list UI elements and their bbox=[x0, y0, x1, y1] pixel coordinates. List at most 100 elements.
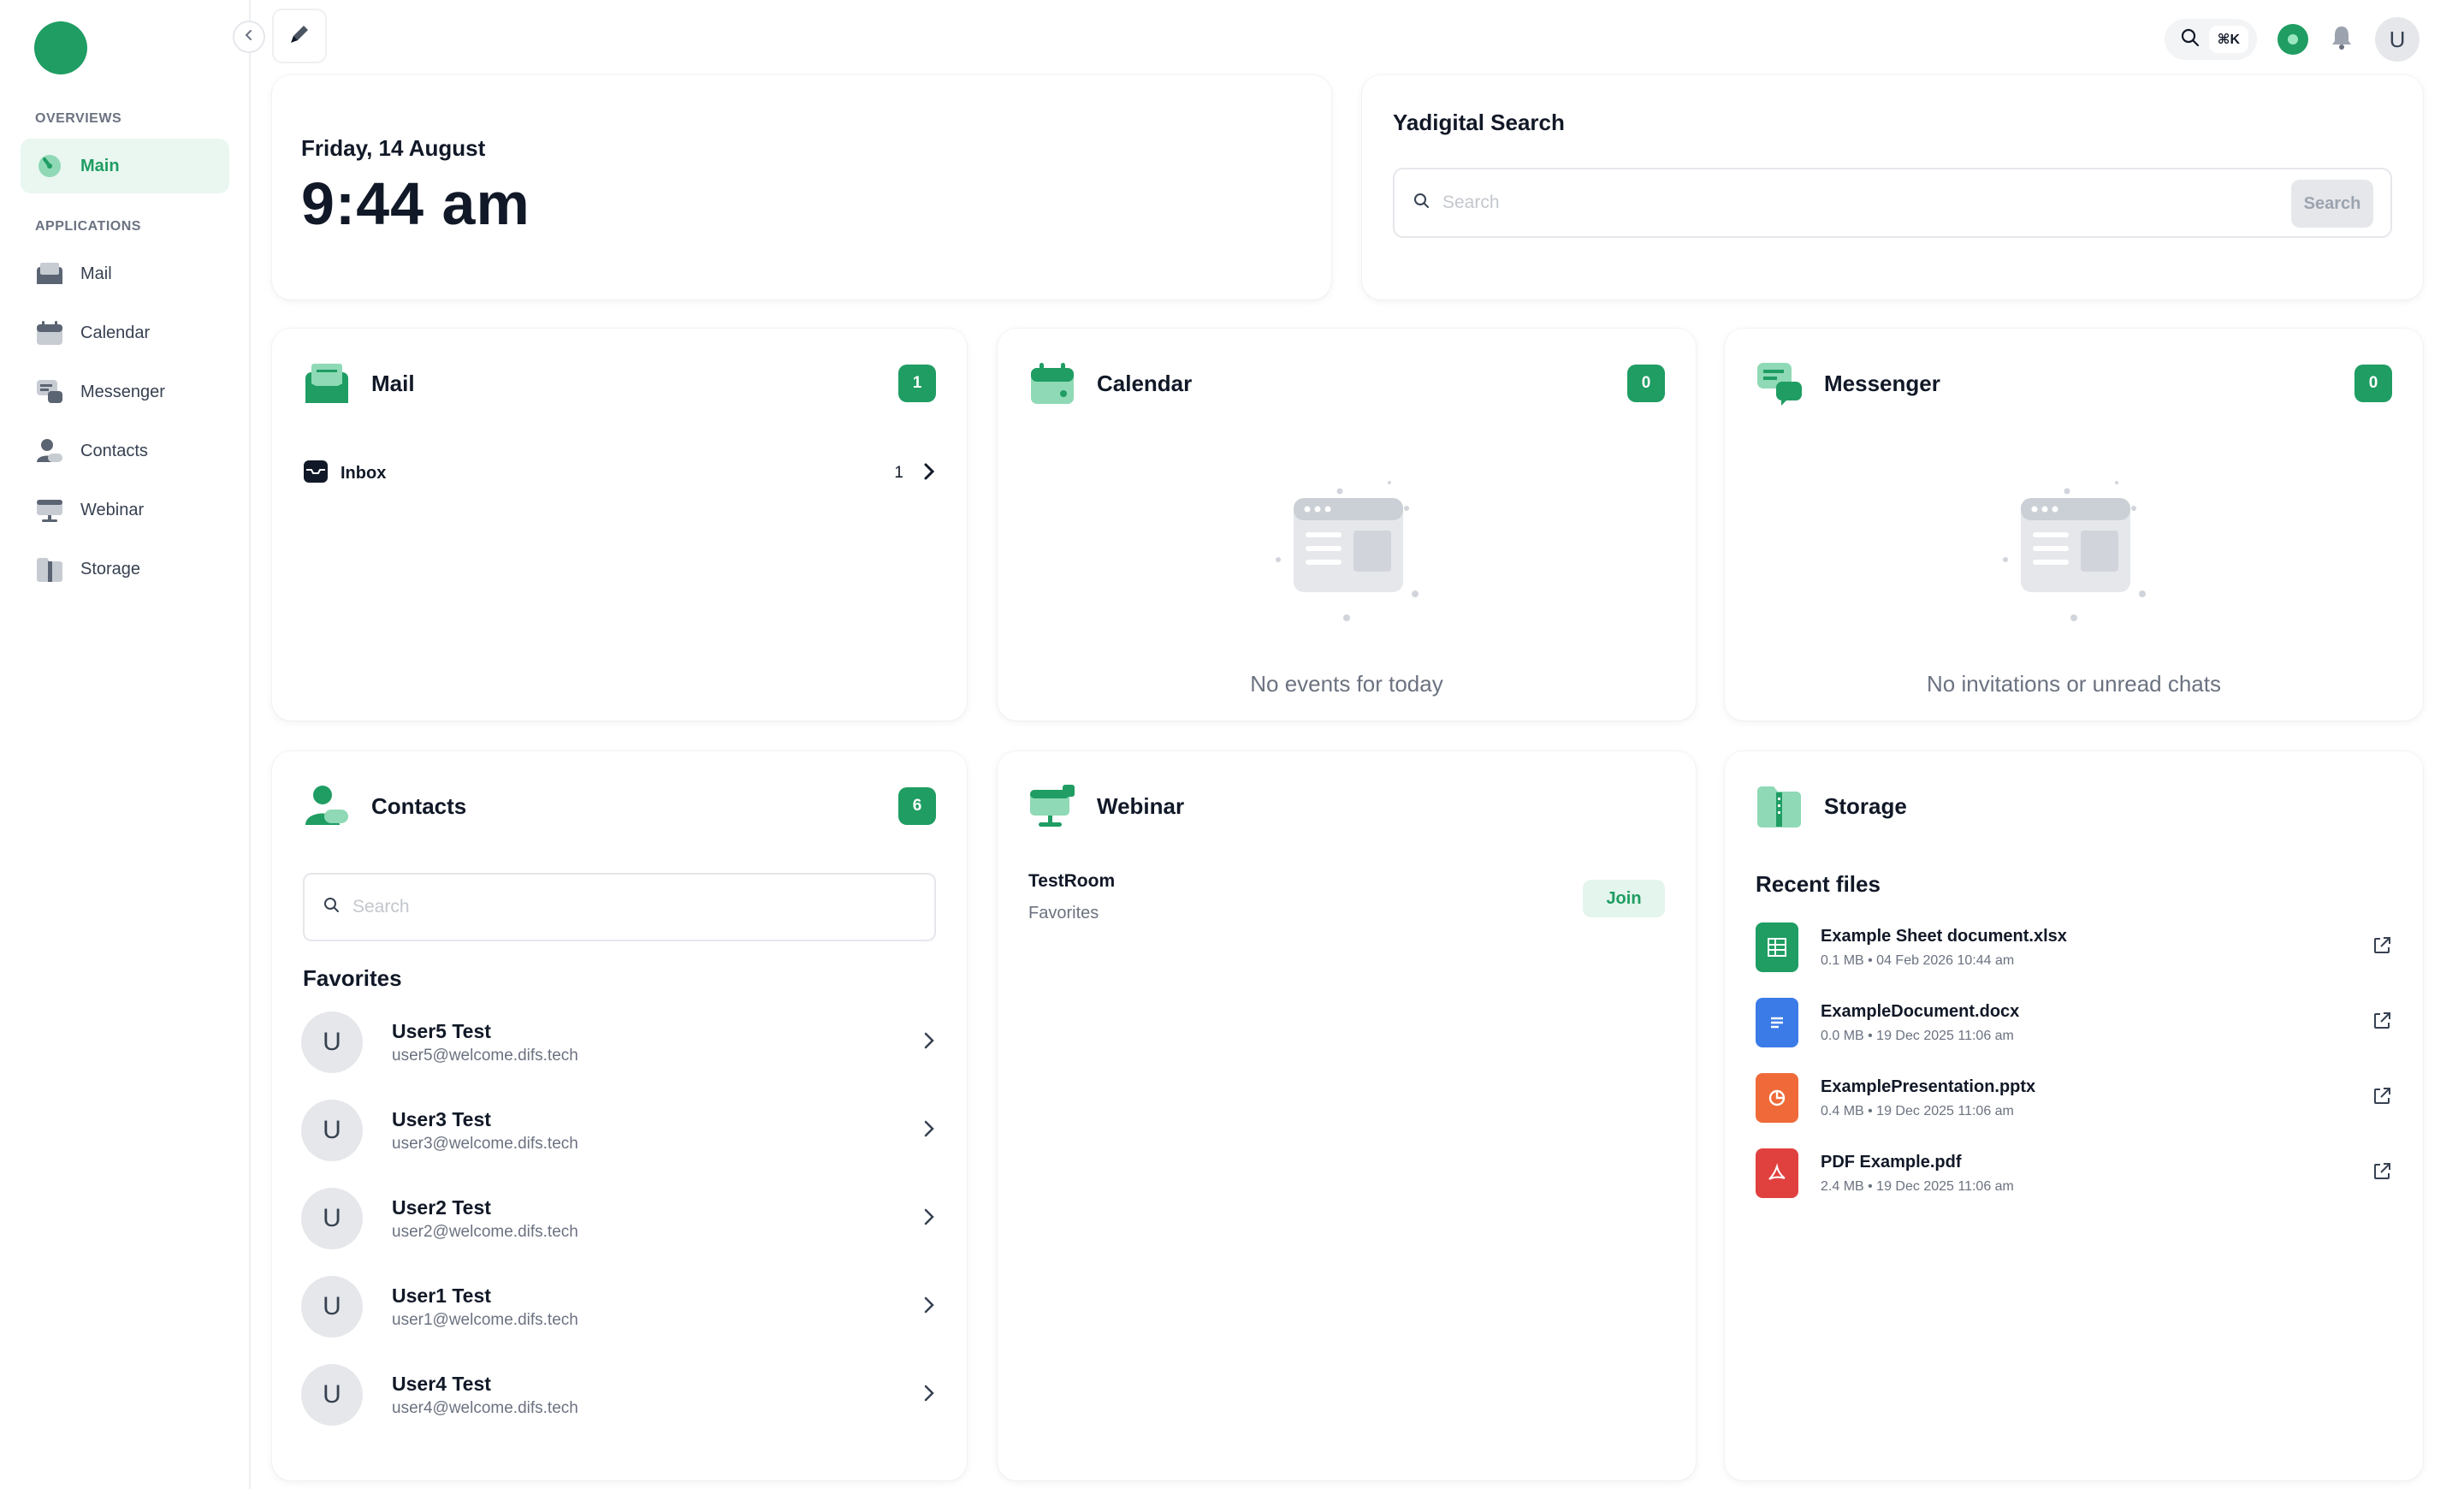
chevron-right-icon bbox=[922, 1119, 936, 1142]
app-logo[interactable] bbox=[34, 21, 87, 74]
avatar: U bbox=[301, 1188, 363, 1249]
status-indicator-icon[interactable] bbox=[2277, 24, 2308, 55]
join-button[interactable]: Join bbox=[1583, 880, 1665, 917]
contact-email: user1@welcome.difs.tech bbox=[392, 1310, 578, 1329]
collapse-sidebar-button[interactable] bbox=[233, 21, 265, 53]
file-meta: 0.4 MB • 19 Dec 2025 11:06 am bbox=[1821, 1103, 2014, 1118]
sidebar-item-label: Mail bbox=[80, 264, 112, 283]
sidebar-item-mail[interactable]: Mail bbox=[21, 246, 229, 301]
dashboard-gauge-icon bbox=[36, 152, 63, 180]
clock-card: Friday, 14 August 9:44 am bbox=[272, 75, 1331, 300]
yadigital-search-button[interactable]: Search bbox=[2291, 180, 2373, 228]
sidebar-item-label: Contacts bbox=[80, 441, 148, 460]
sidebar-item-calendar[interactable]: Calendar bbox=[21, 306, 229, 360]
sidebar-item-main[interactable]: Main bbox=[21, 139, 229, 193]
contact-row[interactable]: U User3 Test user3@welcome.difs.tech bbox=[301, 1096, 936, 1165]
search-icon bbox=[2180, 27, 2200, 52]
mail-icon bbox=[303, 359, 351, 407]
file-row[interactable]: PDF Example.pdf 2.4 MB • 19 Dec 2025 11:… bbox=[1756, 1143, 2392, 1203]
mail-widget: Mail 1 Inbox 1 bbox=[272, 329, 967, 721]
file-meta: 0.1 MB • 04 Feb 2026 10:44 am bbox=[1821, 952, 2015, 968]
mail-widget-title[interactable]: Mail bbox=[371, 371, 898, 397]
sidebar-item-label: Messenger bbox=[80, 382, 165, 401]
contact-row[interactable]: U User2 Test user2@welcome.difs.tech bbox=[301, 1184, 936, 1253]
sidebar-item-contacts[interactable]: Contacts bbox=[21, 424, 229, 478]
calendar-widget-title[interactable]: Calendar bbox=[1097, 371, 1627, 397]
section-label-applications: APPLICATIONS bbox=[35, 219, 141, 234]
inbox-row[interactable]: Inbox 1 bbox=[303, 454, 936, 493]
recent-files-heading: Recent files bbox=[1756, 871, 1881, 897]
chevron-right-icon bbox=[922, 1207, 936, 1231]
avatar: U bbox=[301, 1011, 363, 1073]
storage-widget-title[interactable]: Storage bbox=[1824, 793, 2392, 820]
file-name: ExampleDocument.docx bbox=[1821, 1001, 2020, 1021]
webinar-room-subtitle: Favorites bbox=[1028, 904, 1099, 922]
contact-row[interactable]: U User5 Test user5@welcome.difs.tech bbox=[301, 1008, 936, 1077]
inbox-tray-icon bbox=[303, 460, 329, 488]
file-name: ExamplePresentation.pptx bbox=[1821, 1077, 2036, 1096]
messenger-unread-badge: 0 bbox=[2354, 365, 2392, 402]
sidebar-item-label: Webinar bbox=[80, 500, 145, 519]
open-external-icon[interactable] bbox=[2372, 1161, 2392, 1186]
messenger-widget-title[interactable]: Messenger bbox=[1824, 371, 2354, 397]
contact-name: User2 Test bbox=[392, 1195, 491, 1219]
chevron-right-icon bbox=[922, 1031, 936, 1054]
sidebar-item-messenger[interactable]: Messenger bbox=[21, 365, 229, 419]
pdf-file-icon bbox=[1756, 1148, 1798, 1198]
contact-email: user2@welcome.difs.tech bbox=[392, 1222, 578, 1241]
user-avatar[interactable]: U bbox=[2375, 17, 2420, 62]
chevron-right-icon bbox=[922, 462, 936, 485]
contact-name: User5 Test bbox=[392, 1019, 491, 1042]
open-external-icon[interactable] bbox=[2372, 1011, 2392, 1035]
contact-row[interactable]: U User4 Test user4@welcome.difs.tech bbox=[301, 1361, 936, 1429]
sidebar-item-storage[interactable]: Storage bbox=[21, 542, 229, 596]
bell-icon[interactable] bbox=[2329, 24, 2354, 56]
chevron-right-icon bbox=[922, 1384, 936, 1407]
contacts-count-badge: 6 bbox=[898, 787, 936, 825]
calendar-icon bbox=[36, 319, 63, 347]
calendar-icon bbox=[1028, 359, 1076, 407]
webinar-widget: Webinar TestRoom Favorites Join bbox=[998, 751, 1696, 1480]
storage-widget: Storage Recent files Example Sheet docum… bbox=[1725, 751, 2423, 1480]
file-row[interactable]: ExampleDocument.docx 0.0 MB • 19 Dec 202… bbox=[1756, 993, 2392, 1053]
inbox-label: Inbox bbox=[341, 463, 387, 483]
document-file-icon bbox=[1756, 998, 1798, 1047]
file-meta: 2.4 MB • 19 Dec 2025 11:06 am bbox=[1821, 1178, 2014, 1194]
yadigital-search-input[interactable] bbox=[1442, 193, 2390, 213]
inbox-count: 1 bbox=[894, 464, 903, 482]
global-search-button[interactable]: ⌘K bbox=[2164, 19, 2257, 60]
chevron-right-icon bbox=[922, 1296, 936, 1319]
sidebar: OVERVIEWS Main APPLICATIONS Mail Calenda… bbox=[0, 0, 251, 1489]
open-external-icon[interactable] bbox=[2372, 1086, 2392, 1111]
favorites-heading: Favorites bbox=[303, 965, 402, 991]
contacts-icon bbox=[36, 437, 63, 465]
contact-name: User4 Test bbox=[392, 1372, 491, 1395]
sidebar-item-webinar[interactable]: Webinar bbox=[21, 483, 229, 537]
webinar-icon bbox=[36, 496, 63, 524]
contacts-widget-title[interactable]: Contacts bbox=[371, 793, 898, 820]
file-row[interactable]: ExamplePresentation.pptx 0.4 MB • 19 Dec… bbox=[1756, 1068, 2392, 1128]
file-row[interactable]: Example Sheet document.xlsx 0.1 MB • 04 … bbox=[1756, 917, 2392, 977]
contacts-icon bbox=[303, 782, 351, 830]
search-icon bbox=[1413, 193, 1430, 214]
pencil-icon bbox=[287, 22, 311, 50]
messenger-widget: Messenger 0 No invitations or unread cha… bbox=[1725, 329, 2423, 721]
contact-name: User3 Test bbox=[392, 1107, 491, 1130]
open-external-icon[interactable] bbox=[2372, 935, 2392, 960]
contact-row[interactable]: U User1 Test user1@welcome.difs.tech bbox=[301, 1272, 936, 1341]
contact-email: user4@welcome.difs.tech bbox=[392, 1398, 578, 1417]
webinar-widget-title[interactable]: Webinar bbox=[1097, 793, 1665, 820]
contact-email: user3@welcome.difs.tech bbox=[392, 1134, 578, 1153]
webinar-icon bbox=[1028, 782, 1076, 830]
messenger-icon bbox=[36, 378, 63, 406]
spreadsheet-file-icon bbox=[1756, 922, 1798, 972]
contacts-search-input[interactable] bbox=[352, 897, 934, 917]
search-icon bbox=[323, 897, 341, 918]
yadigital-search-field: Search bbox=[1393, 168, 2392, 238]
current-date: Friday, 14 August bbox=[301, 135, 486, 161]
yadigital-search-card: Yadigital Search Search bbox=[1362, 75, 2423, 300]
empty-state-illustration bbox=[1244, 466, 1449, 637]
edit-dashboard-button[interactable] bbox=[272, 9, 327, 63]
empty-state-illustration bbox=[1971, 466, 2177, 637]
mail-icon bbox=[36, 260, 63, 288]
